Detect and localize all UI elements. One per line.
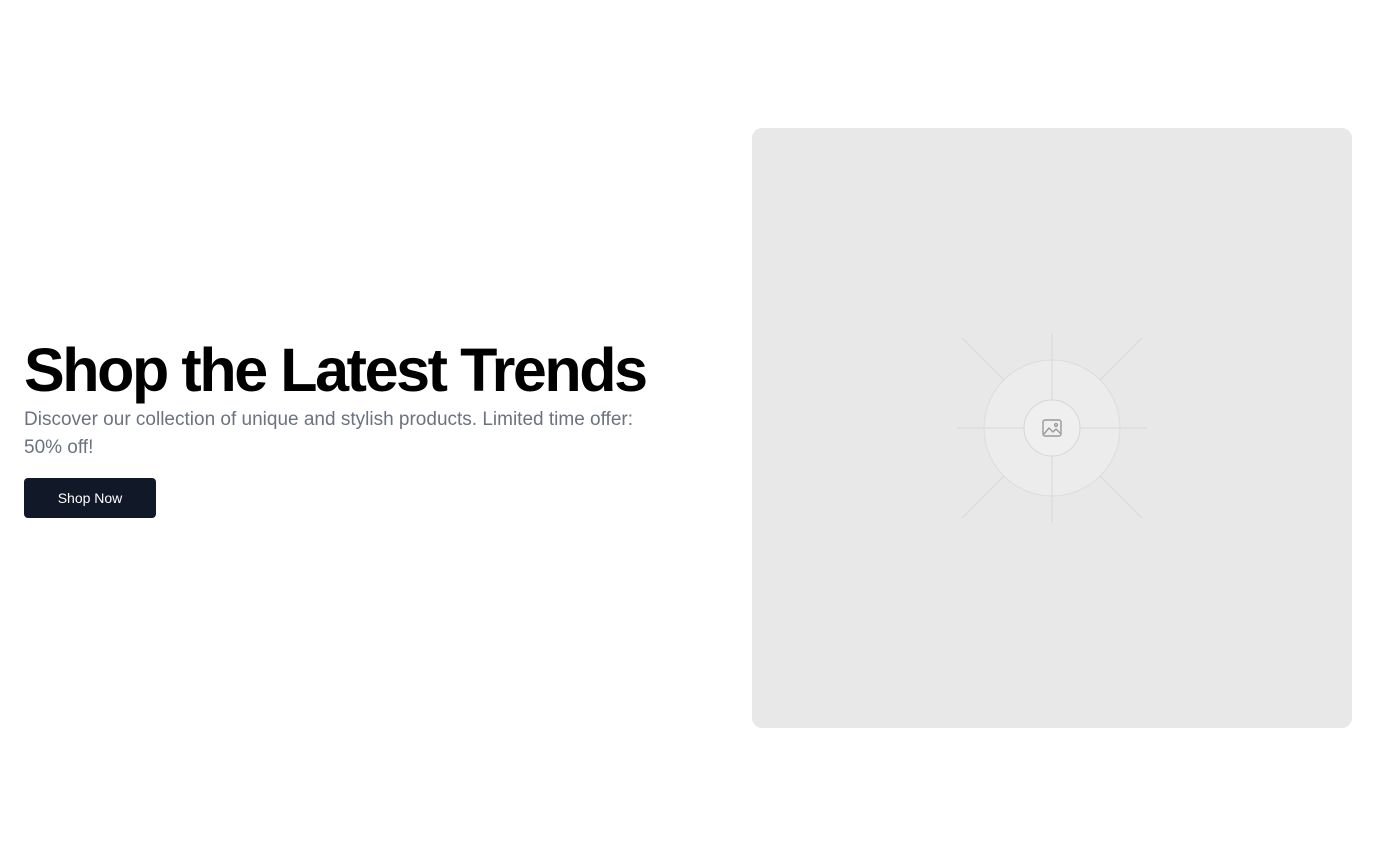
hero-subtitle: Discover our collection of unique and st… <box>24 409 634 458</box>
placeholder-graphic <box>957 333 1147 523</box>
hero-text-block: Shop the Latest Trends Discover our coll… <box>24 336 664 518</box>
hero-image-placeholder <box>752 128 1352 728</box>
hero-title: Shop the Latest Trends <box>24 336 648 404</box>
shop-now-button[interactable]: Shop Now <box>24 478 156 518</box>
hero-section: Shop the Latest Trends Discover our coll… <box>0 0 1376 856</box>
